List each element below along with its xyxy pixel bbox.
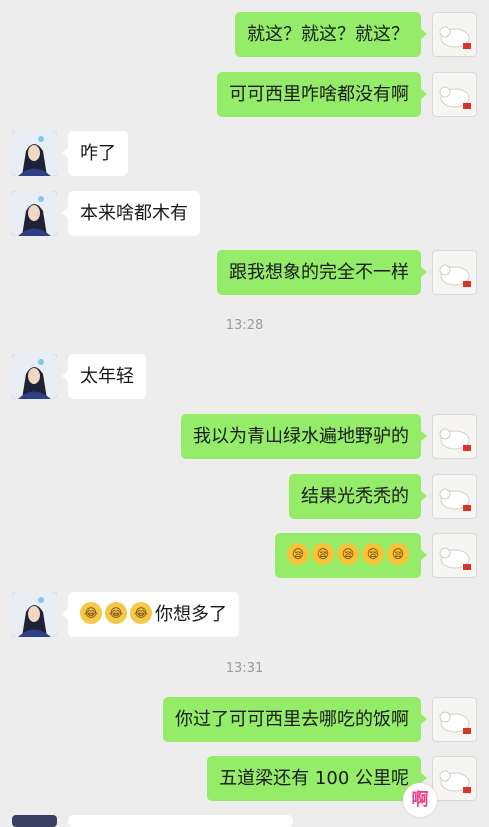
message-row-sent: 结果光秃秃的 [0, 474, 489, 520]
my-avatar[interactable] [432, 474, 477, 519]
contact-avatar[interactable] [12, 815, 57, 827]
sleepy-face-emoji-icon: 😪 [337, 543, 359, 565]
message-text: 就这？就这？就这？ [247, 24, 409, 45]
character-avatar-icon [12, 354, 57, 399]
message-bubble-received[interactable]: 😂 😂 😂 你想多了 [62, 592, 239, 637]
message-row-sent: 我以为青山绿水遍地野驴的 [0, 414, 489, 460]
crying-laughing-emoji-icon: 😂 [80, 602, 102, 624]
message-row-received: 咋了 [0, 131, 489, 177]
message-bubble-sent[interactable]: 跟我想象的完全不一样 [217, 250, 427, 295]
message-row-sent: 可可西里咋啥都没有啊 [0, 72, 489, 118]
message-text: 你想多了 [155, 604, 227, 625]
message-text: 跟我想象的完全不一样 [229, 262, 409, 283]
chat-timestamp: 13:28 [225, 318, 264, 333]
contact-avatar[interactable] [12, 592, 57, 637]
sheep-avatar-icon [439, 428, 471, 451]
message-bubble-sent[interactable]: 可可西里咋啥都没有啊 [217, 72, 427, 117]
my-avatar[interactable] [432, 414, 477, 459]
message-row-sent: 跟我想象的完全不一样 [0, 250, 489, 296]
message-bubble-sent[interactable]: 😪 😪 😪 😪 😪 [275, 533, 427, 578]
message-row-received: 太年轻 [0, 354, 489, 400]
my-avatar[interactable] [432, 250, 477, 295]
message-text: 本来啥都木有 [80, 203, 188, 224]
message-bubble-sent[interactable]: 你过了可可西里去哪吃的饭啊 [163, 697, 427, 742]
message-row-received: 本来啥都木有 [0, 191, 489, 237]
sheep-avatar-icon [439, 547, 471, 570]
message-row-sent: 😪 😪 😪 😪 😪 [0, 533, 489, 579]
message-bubble-received[interactable]: 咋了 [62, 131, 128, 176]
message-text: 可可西里咋啥都没有啊 [229, 84, 409, 105]
sleepy-face-emoji-icon: 😪 [312, 543, 334, 565]
message-bubble-sent[interactable]: 就这？就这？就这？ [235, 12, 427, 57]
character-avatar-icon [12, 131, 57, 176]
my-avatar[interactable] [432, 756, 477, 801]
sleepy-face-emoji-icon: 😪 [287, 543, 309, 565]
message-row-sent: 就这？就这？就这？ [0, 12, 489, 58]
sheep-avatar-icon [439, 26, 471, 49]
message-bubble-received[interactable]: 太年轻 [62, 354, 146, 399]
chat-timestamp: 13:31 [225, 661, 264, 676]
my-avatar[interactable] [432, 12, 477, 57]
chat-area[interactable]: 就这？就这？就这？ 可可西里咋啥都没有啊 咋了 本来啥都木有 跟我想象的完全不一… [0, 0, 489, 827]
my-avatar[interactable] [432, 697, 477, 742]
sheep-avatar-icon [439, 711, 471, 734]
message-bubble-sent[interactable]: 五道梁还有 100 公里呢 [207, 756, 427, 801]
sheep-avatar-icon [439, 264, 471, 287]
my-avatar[interactable] [432, 533, 477, 578]
character-avatar-icon [12, 191, 57, 236]
message-bubble-sent[interactable]: 我以为青山绿水遍地野驴的 [181, 414, 427, 459]
message-text: 结果光秃秃的 [301, 486, 409, 507]
crying-laughing-emoji-icon: 😂 [130, 602, 152, 624]
message-text: 我以为青山绿水遍地野驴的 [193, 426, 409, 447]
my-avatar[interactable] [432, 72, 477, 117]
message-row-sent: 你过了可可西里去哪吃的饭啊 [0, 697, 489, 743]
message-text: 五道梁还有 100 公里呢 [219, 768, 409, 789]
message-row-received: 😂 😂 😂 你想多了 [0, 592, 489, 638]
crying-laughing-emoji-icon: 😂 [105, 602, 127, 624]
contact-avatar[interactable] [12, 354, 57, 399]
sleepy-face-emoji-icon: 😪 [387, 543, 409, 565]
sheep-avatar-icon [439, 488, 471, 511]
contact-avatar[interactable] [12, 131, 57, 176]
contact-avatar[interactable] [12, 191, 57, 236]
watermark-logo: 啊 [403, 783, 437, 817]
character-avatar-icon [12, 592, 57, 637]
message-row-received-partial [0, 815, 489, 827]
message-bubble-received[interactable]: 本来啥都木有 [62, 191, 200, 236]
message-bubble-received[interactable] [68, 815, 293, 827]
message-text: 你过了可可西里去哪吃的饭啊 [175, 709, 409, 730]
message-text: 咋了 [80, 143, 116, 164]
message-bubble-sent[interactable]: 结果光秃秃的 [289, 474, 427, 519]
sheep-avatar-icon [439, 86, 471, 109]
message-text: 太年轻 [80, 366, 134, 387]
sleepy-face-emoji-icon: 😪 [362, 543, 384, 565]
sheep-avatar-icon [439, 770, 471, 793]
